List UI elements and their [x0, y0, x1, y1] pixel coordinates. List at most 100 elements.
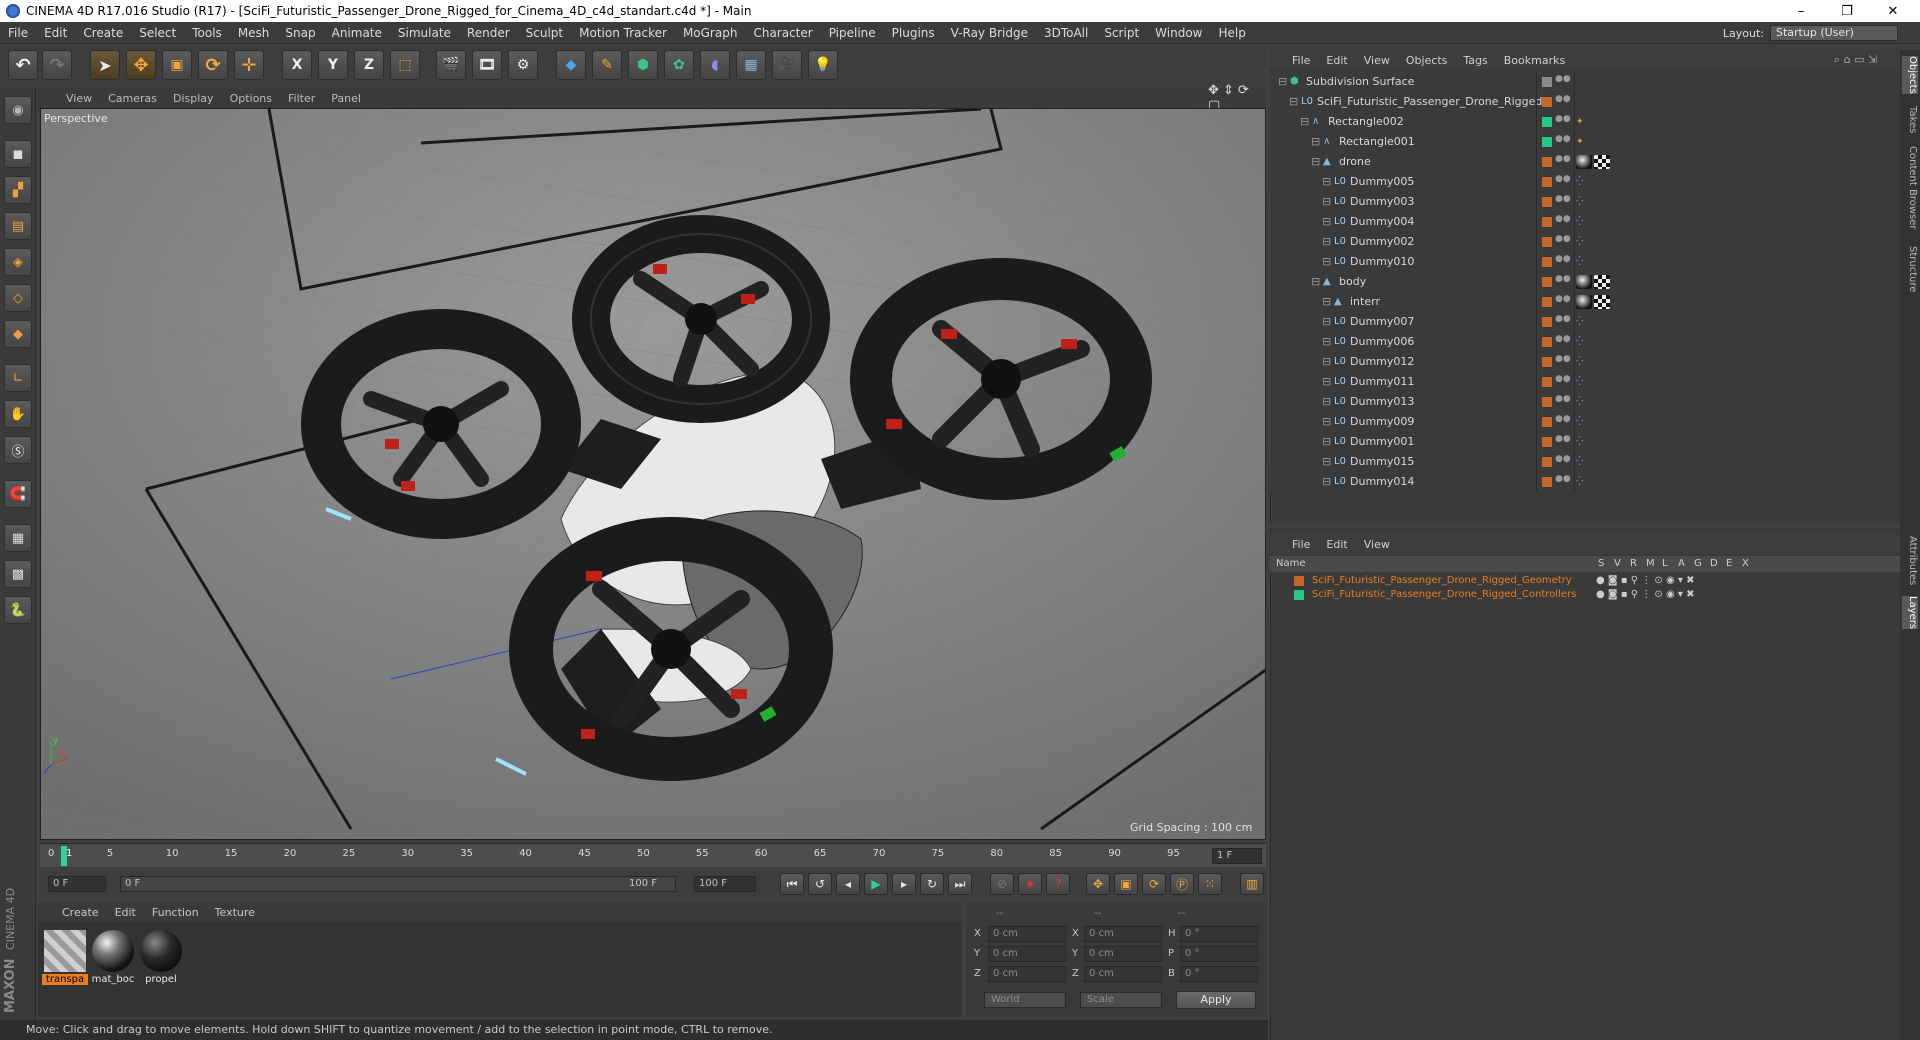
- selection-arrow-icon[interactable]: ➤: [90, 50, 120, 80]
- layer-row-controllers[interactable]: SciFi_Futuristic_Passenger_Drone_Rigged_…: [1270, 588, 1900, 602]
- visibility-dots-icon[interactable]: ●●: [1555, 155, 1571, 168]
- texture-tag-icon[interactable]: [1594, 275, 1610, 289]
- rig-tag-icon[interactable]: ⁛: [1576, 352, 1583, 372]
- render-picture-viewer-icon[interactable]: 🎞: [472, 50, 502, 80]
- object-name[interactable]: interr: [1350, 292, 1380, 312]
- menu-render[interactable]: Render: [459, 26, 518, 40]
- rig-tag-icon[interactable]: ⁛: [1576, 232, 1583, 252]
- layer-tag[interactable]: [1542, 117, 1552, 127]
- go-to-end-icon[interactable]: ⏭: [948, 873, 972, 895]
- coordinate-system-icon[interactable]: ⬚: [390, 50, 420, 80]
- menu-create[interactable]: Create: [75, 26, 131, 40]
- menu-mesh[interactable]: Mesh: [230, 26, 278, 40]
- texture-mode-icon[interactable]: ▞: [4, 176, 32, 204]
- timeline-window-icon[interactable]: ▥: [1240, 873, 1264, 895]
- layer-toggle-icons[interactable]: ● ◙ ▪ ⚲ ⋮ ⊙ ◉ ▾ ✖: [1596, 574, 1694, 588]
- object-name[interactable]: Dummy012: [1350, 352, 1414, 372]
- om-menu-edit[interactable]: Edit: [1318, 54, 1355, 67]
- layer-col-v[interactable]: V: [1614, 556, 1621, 572]
- menu-tools[interactable]: Tools: [184, 26, 230, 40]
- go-to-start-icon[interactable]: ⏮: [780, 873, 804, 895]
- object-row[interactable]: ⊟ L0 Dummy002 ●● ⁛: [1270, 232, 1900, 252]
- expand-toggle-icon[interactable]: ⊟: [1322, 392, 1331, 412]
- menu-simulate[interactable]: Simulate: [390, 26, 459, 40]
- expand-toggle-icon[interactable]: ⊟: [1322, 452, 1331, 472]
- layer-tag[interactable]: [1542, 397, 1552, 407]
- material-swatch-propel[interactable]: propel: [138, 928, 184, 986]
- position-z-field[interactable]: 0 cm: [988, 966, 1066, 982]
- visibility-dots-icon[interactable]: ●●: [1555, 315, 1571, 328]
- lm-menu-edit[interactable]: Edit: [1318, 538, 1355, 551]
- expand-toggle-icon[interactable]: ⊟: [1300, 112, 1309, 132]
- object-name[interactable]: Dummy005: [1350, 172, 1414, 192]
- om-menu-bookmarks[interactable]: Bookmarks: [1496, 54, 1573, 67]
- expand-toggle-icon[interactable]: ⊟: [1289, 92, 1298, 112]
- menu-plugins[interactable]: Plugins: [884, 26, 943, 40]
- visibility-dots-icon[interactable]: ●●: [1555, 355, 1571, 368]
- object-row[interactable]: ⊟ L0 Dummy003 ●● ⁛: [1270, 192, 1900, 212]
- layer-tag[interactable]: [1542, 177, 1552, 187]
- expand-toggle-icon[interactable]: ⊟: [1322, 332, 1331, 352]
- rig-tag-icon[interactable]: ⁛: [1576, 412, 1583, 432]
- layer-col-l[interactable]: L: [1662, 556, 1668, 572]
- layer-tag[interactable]: [1542, 337, 1552, 347]
- material-tag-icon[interactable]: [1576, 155, 1592, 169]
- rig-tag-icon[interactable]: ⁛: [1576, 172, 1583, 192]
- object-name[interactable]: Dummy006: [1350, 332, 1414, 352]
- expand-toggle-icon[interactable]: ⊟: [1322, 372, 1331, 392]
- key-parameter-icon[interactable]: Ⓟ: [1170, 873, 1194, 895]
- layer-color-swatch[interactable]: [1294, 576, 1304, 586]
- layer-toggle-icons[interactable]: ● ◙ ▪ ⚲ ⋮ ⊙ ◉ ▾ ✖: [1596, 588, 1694, 602]
- viewport-menu-display[interactable]: Display: [165, 92, 222, 105]
- visibility-dots-icon[interactable]: ●●: [1555, 75, 1571, 88]
- menu-vray-bridge[interactable]: V-Ray Bridge: [943, 26, 1036, 40]
- object-row[interactable]: ⊟ ▲ interr ●●: [1270, 292, 1900, 312]
- layer-tag[interactable]: [1542, 257, 1552, 267]
- object-row[interactable]: ⊟ L0 SciFi_Futuristic_Passenger_Drone_Rigg…: [1270, 92, 1900, 112]
- layer-tag[interactable]: [1542, 377, 1552, 387]
- layer-col-e[interactable]: E: [1726, 556, 1732, 572]
- menu-select[interactable]: Select: [131, 26, 184, 40]
- polygons-mode-icon[interactable]: ◆: [4, 320, 32, 348]
- workplane-grid-icon[interactable]: ▩: [4, 560, 32, 588]
- tab-objects[interactable]: Objects: [1902, 56, 1918, 94]
- visibility-dots-icon[interactable]: ●●: [1555, 395, 1571, 408]
- layer-col-a[interactable]: A: [1678, 556, 1685, 572]
- key-scale-icon[interactable]: ▣: [1114, 873, 1138, 895]
- layer-col-g[interactable]: G: [1694, 556, 1702, 572]
- object-row[interactable]: ⊟ L0 Dummy014 ●● ⁛: [1270, 472, 1900, 492]
- object-row[interactable]: ⊟ ∧ Rectangle001 ●● ✦: [1270, 132, 1900, 152]
- scale-tool-icon[interactable]: ▣: [162, 50, 192, 80]
- frame-range-slider[interactable]: 0 F 100 F: [120, 876, 676, 892]
- object-row[interactable]: ⊟ L0 Dummy015 ●● ⁛: [1270, 452, 1900, 472]
- om-menu-tags[interactable]: Tags: [1455, 54, 1495, 67]
- redo-icon[interactable]: ↷: [42, 50, 72, 80]
- menu-character[interactable]: Character: [745, 26, 820, 40]
- layer-tag[interactable]: [1542, 157, 1552, 167]
- layout-dropdown[interactable]: Startup (User): [1770, 25, 1898, 41]
- texture-tag-icon[interactable]: [1594, 155, 1610, 169]
- object-row[interactable]: ⊟ L0 Dummy004 ●● ⁛: [1270, 212, 1900, 232]
- workplane-mode-icon[interactable]: ▤: [4, 212, 32, 240]
- menu-sculpt[interactable]: Sculpt: [518, 26, 571, 40]
- menu-3dtoall[interactable]: 3DToAll: [1036, 26, 1096, 40]
- layer-tag[interactable]: [1542, 97, 1552, 107]
- cube-primitive-icon[interactable]: ◆: [556, 50, 586, 80]
- visibility-dots-icon[interactable]: ●●: [1555, 415, 1571, 428]
- menu-file[interactable]: File: [0, 26, 36, 40]
- object-row[interactable]: ⊟ ▲ body ●●: [1270, 272, 1900, 292]
- expand-toggle-icon[interactable]: ⊟: [1322, 212, 1331, 232]
- expand-toggle-icon[interactable]: ⊟: [1322, 232, 1331, 252]
- rig-tag-icon[interactable]: ✦: [1576, 132, 1584, 152]
- expand-toggle-icon[interactable]: ⊟: [1311, 152, 1320, 172]
- object-name[interactable]: Dummy013: [1350, 392, 1414, 412]
- object-row[interactable]: ⊟ L0 Dummy005 ●● ⁛: [1270, 172, 1900, 192]
- layer-tag[interactable]: [1542, 137, 1552, 147]
- position-y-field[interactable]: 0 cm: [988, 946, 1066, 962]
- tab-content-browser[interactable]: Content Browser: [1902, 146, 1918, 229]
- expand-toggle-icon[interactable]: ⊟: [1322, 432, 1331, 452]
- rig-tag-icon[interactable]: ✦: [1576, 112, 1584, 132]
- object-name[interactable]: Dummy009: [1350, 412, 1414, 432]
- layer-tag[interactable]: [1542, 417, 1552, 427]
- menu-mograph[interactable]: MoGraph: [675, 26, 746, 40]
